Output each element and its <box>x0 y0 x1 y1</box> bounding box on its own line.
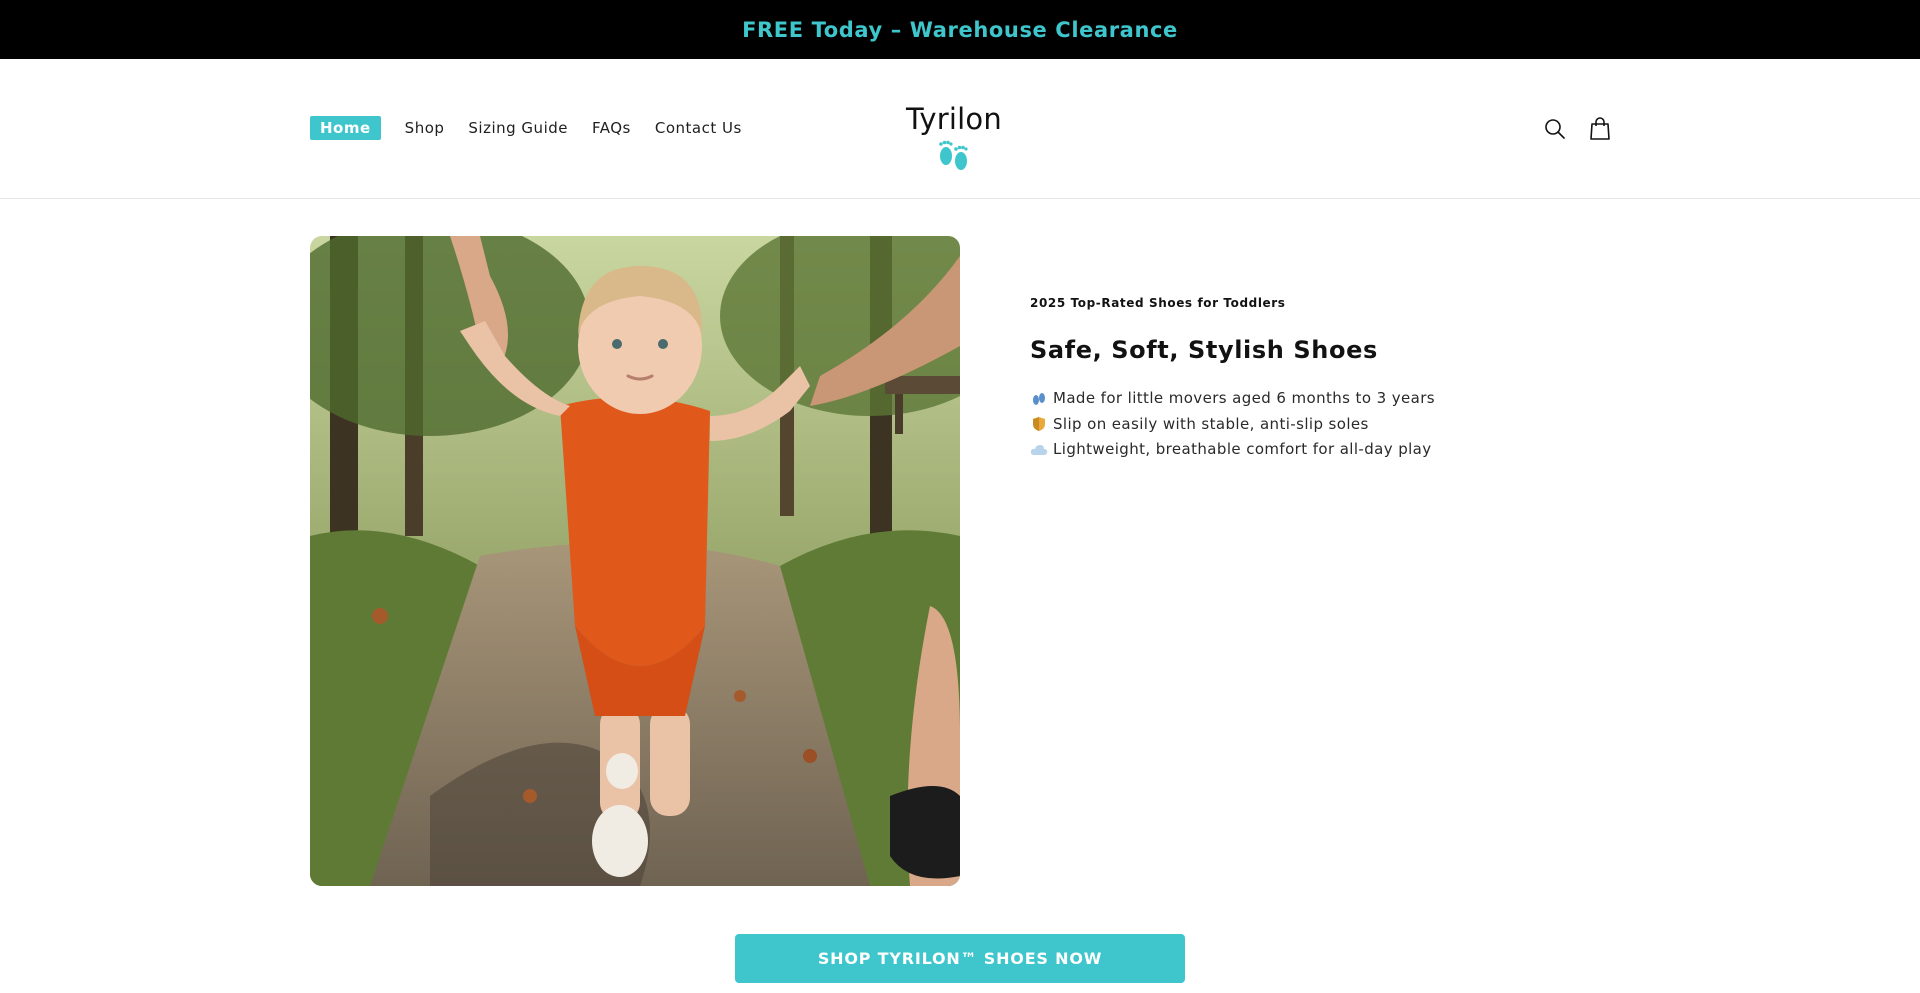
logo[interactable]: Tyrilon <box>904 103 1004 173</box>
feature-text: Made for little movers aged 6 months to … <box>1053 389 1435 407</box>
header-icons <box>1542 115 1613 143</box>
nav-item-shop[interactable]: Shop <box>405 116 445 140</box>
hero-headline: Safe, Soft, Stylish Shoes <box>1030 336 1378 364</box>
site-header: Home Shop Sizing Guide FAQs Contact Us T… <box>0 59 1920 199</box>
shop-now-button[interactable]: SHOP TYRILON™ SHOES NOW <box>735 934 1185 983</box>
nav-item-sizing-guide[interactable]: Sizing Guide <box>468 116 568 140</box>
nav-item-faqs[interactable]: FAQs <box>592 116 631 140</box>
feature-item: Made for little movers aged 6 months to … <box>1030 386 1550 412</box>
hero-eyebrow: 2025 Top-Rated Shoes for Toddlers <box>1030 296 1286 310</box>
hero-image <box>310 236 960 886</box>
hero-text: 2025 Top-Rated Shoes for Toddlers Safe, … <box>1030 296 1550 463</box>
baby-feet-icon <box>939 140 968 170</box>
toddler-walking-photo <box>310 236 960 886</box>
feature-list: Made for little movers aged 6 months to … <box>1030 386 1550 463</box>
nav-item-home[interactable]: Home <box>310 116 381 140</box>
footprints-icon <box>1030 390 1048 408</box>
main-nav: Home Shop Sizing Guide FAQs Contact Us <box>310 116 766 140</box>
shield-icon <box>1030 415 1048 433</box>
nav-item-contact-us[interactable]: Contact Us <box>655 116 742 140</box>
search-icon[interactable] <box>1542 115 1568 143</box>
feature-text: Slip on easily with stable, anti-slip so… <box>1053 414 1369 433</box>
logo-text: Tyrilon <box>906 102 1002 136</box>
announcement-bar: FREE Today – Warehouse Clearance <box>0 0 1920 59</box>
cloud-icon <box>1030 441 1048 459</box>
cart-bag-icon[interactable] <box>1587 115 1613 143</box>
feature-item: Lightweight, breathable comfort for all-… <box>1030 437 1550 463</box>
feature-text: Lightweight, breathable comfort for all-… <box>1053 440 1432 458</box>
announcement-text: FREE Today – Warehouse Clearance <box>742 17 1178 42</box>
feature-item: Slip on easily with stable, anti-slip so… <box>1030 412 1550 438</box>
